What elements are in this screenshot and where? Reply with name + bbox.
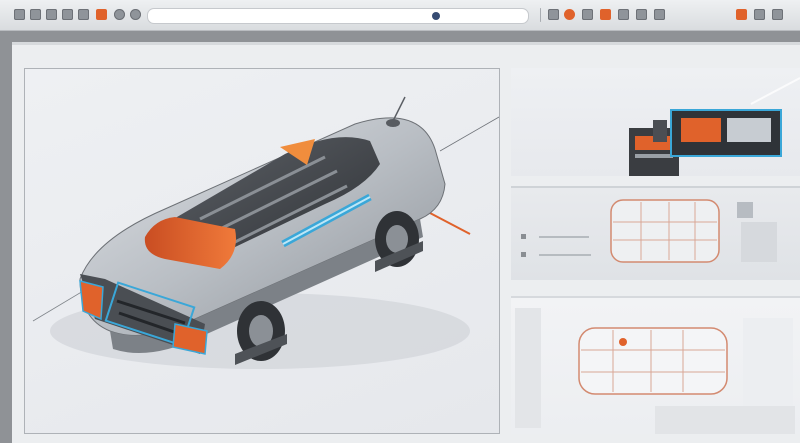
share-icon[interactable]	[114, 9, 125, 20]
history-icon[interactable]	[96, 9, 107, 20]
download-icon[interactable]	[582, 9, 593, 20]
guide-line-accent	[429, 212, 471, 235]
alert-icon[interactable]	[736, 9, 747, 20]
reload-icon[interactable]	[130, 9, 141, 20]
schematic-thumbnail-icon	[521, 199, 777, 263]
extensions-icon[interactable]	[548, 9, 559, 20]
forward-icon[interactable]	[30, 9, 41, 20]
model-viewport[interactable]	[24, 68, 500, 434]
preview-panel[interactable]	[511, 68, 800, 176]
car-model-icon	[32, 96, 499, 369]
tab-overview-icon[interactable]	[618, 9, 629, 20]
properties-panel[interactable]	[511, 186, 800, 280]
tab-icon[interactable]	[78, 9, 89, 20]
settings-icon[interactable]	[600, 9, 611, 20]
toolbar-divider	[540, 8, 541, 22]
address-bar[interactable]	[147, 8, 529, 24]
browser-toolbar	[0, 0, 800, 31]
window-icon[interactable]	[754, 9, 765, 20]
home-icon[interactable]	[46, 9, 57, 20]
rendering-thumbnail-icon	[629, 77, 800, 176]
print-icon[interactable]	[654, 9, 665, 20]
back-icon[interactable]	[14, 9, 25, 20]
reader-icon[interactable]	[636, 9, 647, 20]
layout-blueprint-icon	[515, 308, 795, 434]
menu-icon[interactable]	[772, 9, 783, 20]
guide-line	[439, 116, 499, 152]
layers-panel[interactable]	[511, 296, 800, 434]
site-security-icon	[432, 12, 440, 20]
profile-icon[interactable]	[564, 9, 575, 20]
bookmark-icon[interactable]	[62, 9, 73, 20]
